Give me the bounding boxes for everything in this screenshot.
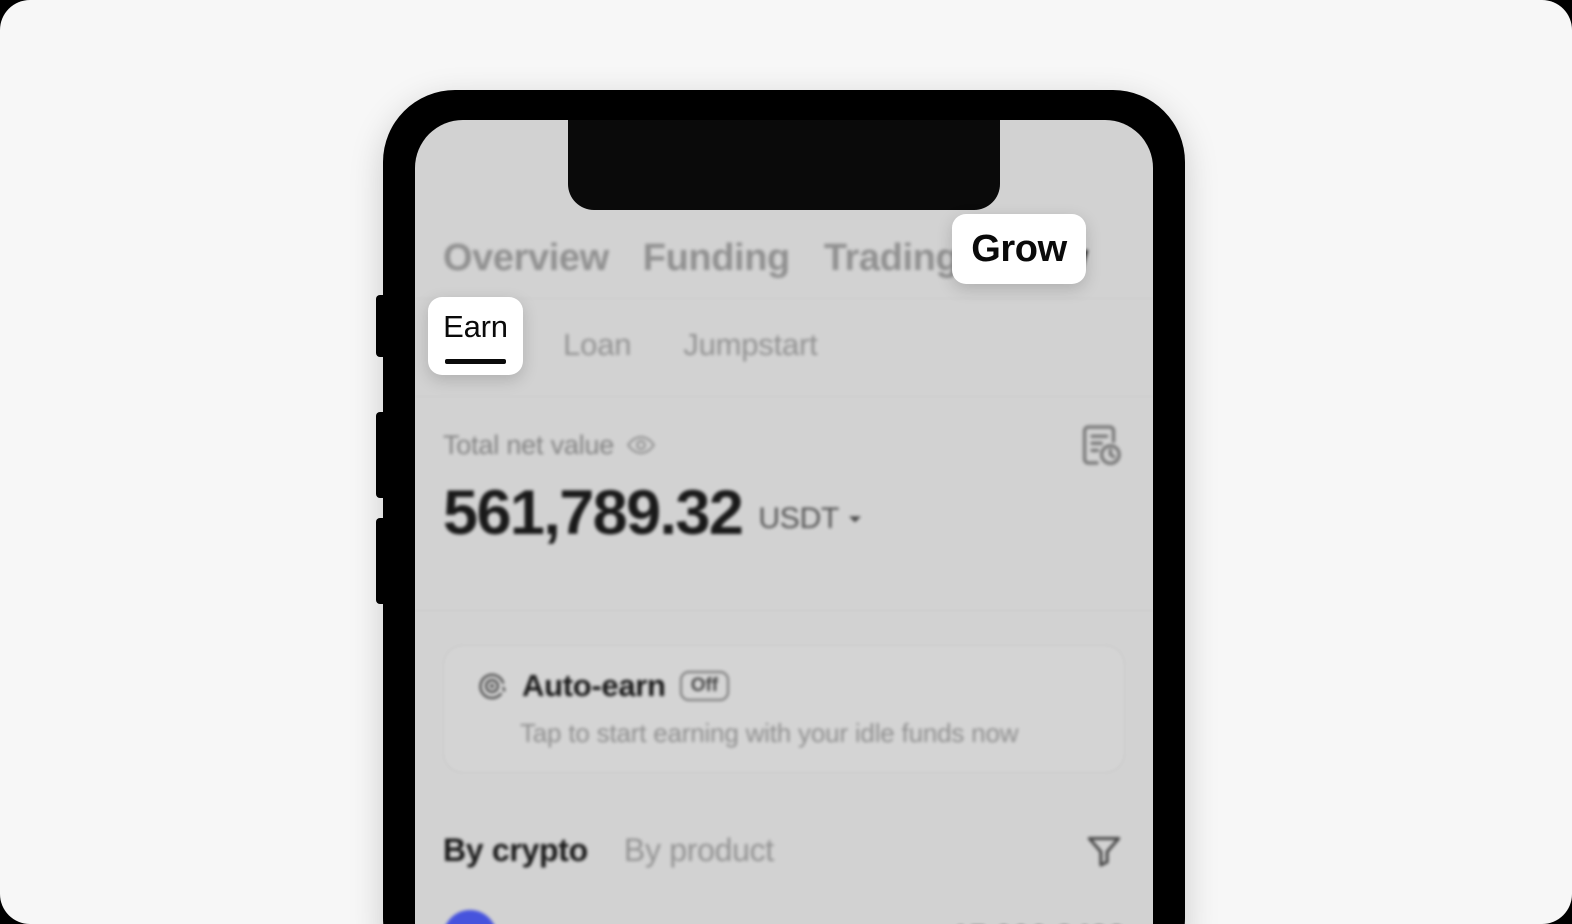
- spotlight-earn-label: Earn: [443, 309, 508, 344]
- chevron-down-icon: [847, 511, 863, 527]
- subtab-jumpstart[interactable]: Jumpstart: [683, 327, 817, 363]
- balance-amount-row: 561,789.32 USDT: [443, 482, 1125, 545]
- balance-header-row: Total net value: [443, 420, 1125, 470]
- device-volume-down-button[interactable]: [376, 518, 385, 604]
- sub-tab-divider: [415, 396, 1153, 397]
- subtab-loan[interactable]: Loan: [563, 327, 631, 363]
- auto-earn-subtitle: Tap to start earning with your idle fund…: [520, 718, 1019, 748]
- filter-funnel-icon[interactable]: [1083, 829, 1125, 871]
- auto-earn-status-badge: Off: [679, 671, 730, 701]
- auto-earn-target-icon: [476, 670, 508, 702]
- eye-icon[interactable]: [626, 430, 656, 460]
- top-tab-divider: [415, 298, 1153, 299]
- total-net-value-section: Total net value 561,789.32 USDT: [443, 420, 1125, 545]
- transaction-history-icon[interactable]: [1075, 420, 1125, 470]
- group-tab-bar: By crypto By product: [443, 820, 1125, 880]
- auto-earn-header: Auto-earn Off: [476, 668, 1124, 704]
- device-notch: [568, 120, 1000, 210]
- balance-amount: 561,789.32: [443, 478, 744, 548]
- tab-trading[interactable]: Trading: [824, 237, 959, 280]
- currency-selector[interactable]: USDT: [758, 502, 863, 545]
- spotlight-card-earn[interactable]: Earn: [428, 297, 523, 375]
- tab-overview[interactable]: Overview: [443, 237, 609, 280]
- auto-earn-card[interactable]: Auto-earn Off Tap to start earning with …: [443, 645, 1125, 773]
- device-silent-switch[interactable]: [376, 295, 385, 357]
- asset-amount: 15,006.2432: [951, 919, 1125, 924]
- balance-label-group: Total net value: [443, 430, 656, 461]
- device-volume-up-button[interactable]: [376, 412, 385, 498]
- grouptab-by-product[interactable]: By product: [624, 832, 774, 869]
- page-root: Overview Funding Trading Grow Earn Loan …: [0, 0, 1572, 924]
- auto-earn-title: Auto-earn: [522, 668, 666, 703]
- balance-divider: [415, 610, 1153, 611]
- asset-list-row[interactable]: 15,006.2432: [443, 910, 1125, 924]
- crypto-token-icon: [443, 910, 497, 924]
- tab-funding[interactable]: Funding: [643, 237, 790, 280]
- grouptab-by-crypto[interactable]: By crypto: [443, 832, 588, 869]
- spotlight-card-grow[interactable]: Grow: [952, 214, 1086, 284]
- spotlight-earn-active-underline: [445, 359, 506, 364]
- spotlight-grow-label: Grow: [971, 227, 1067, 270]
- currency-label: USDT: [758, 502, 840, 535]
- sub-tab-bar: Earn Loan Jumpstart: [415, 306, 1153, 384]
- balance-label: Total net value: [443, 429, 615, 460]
